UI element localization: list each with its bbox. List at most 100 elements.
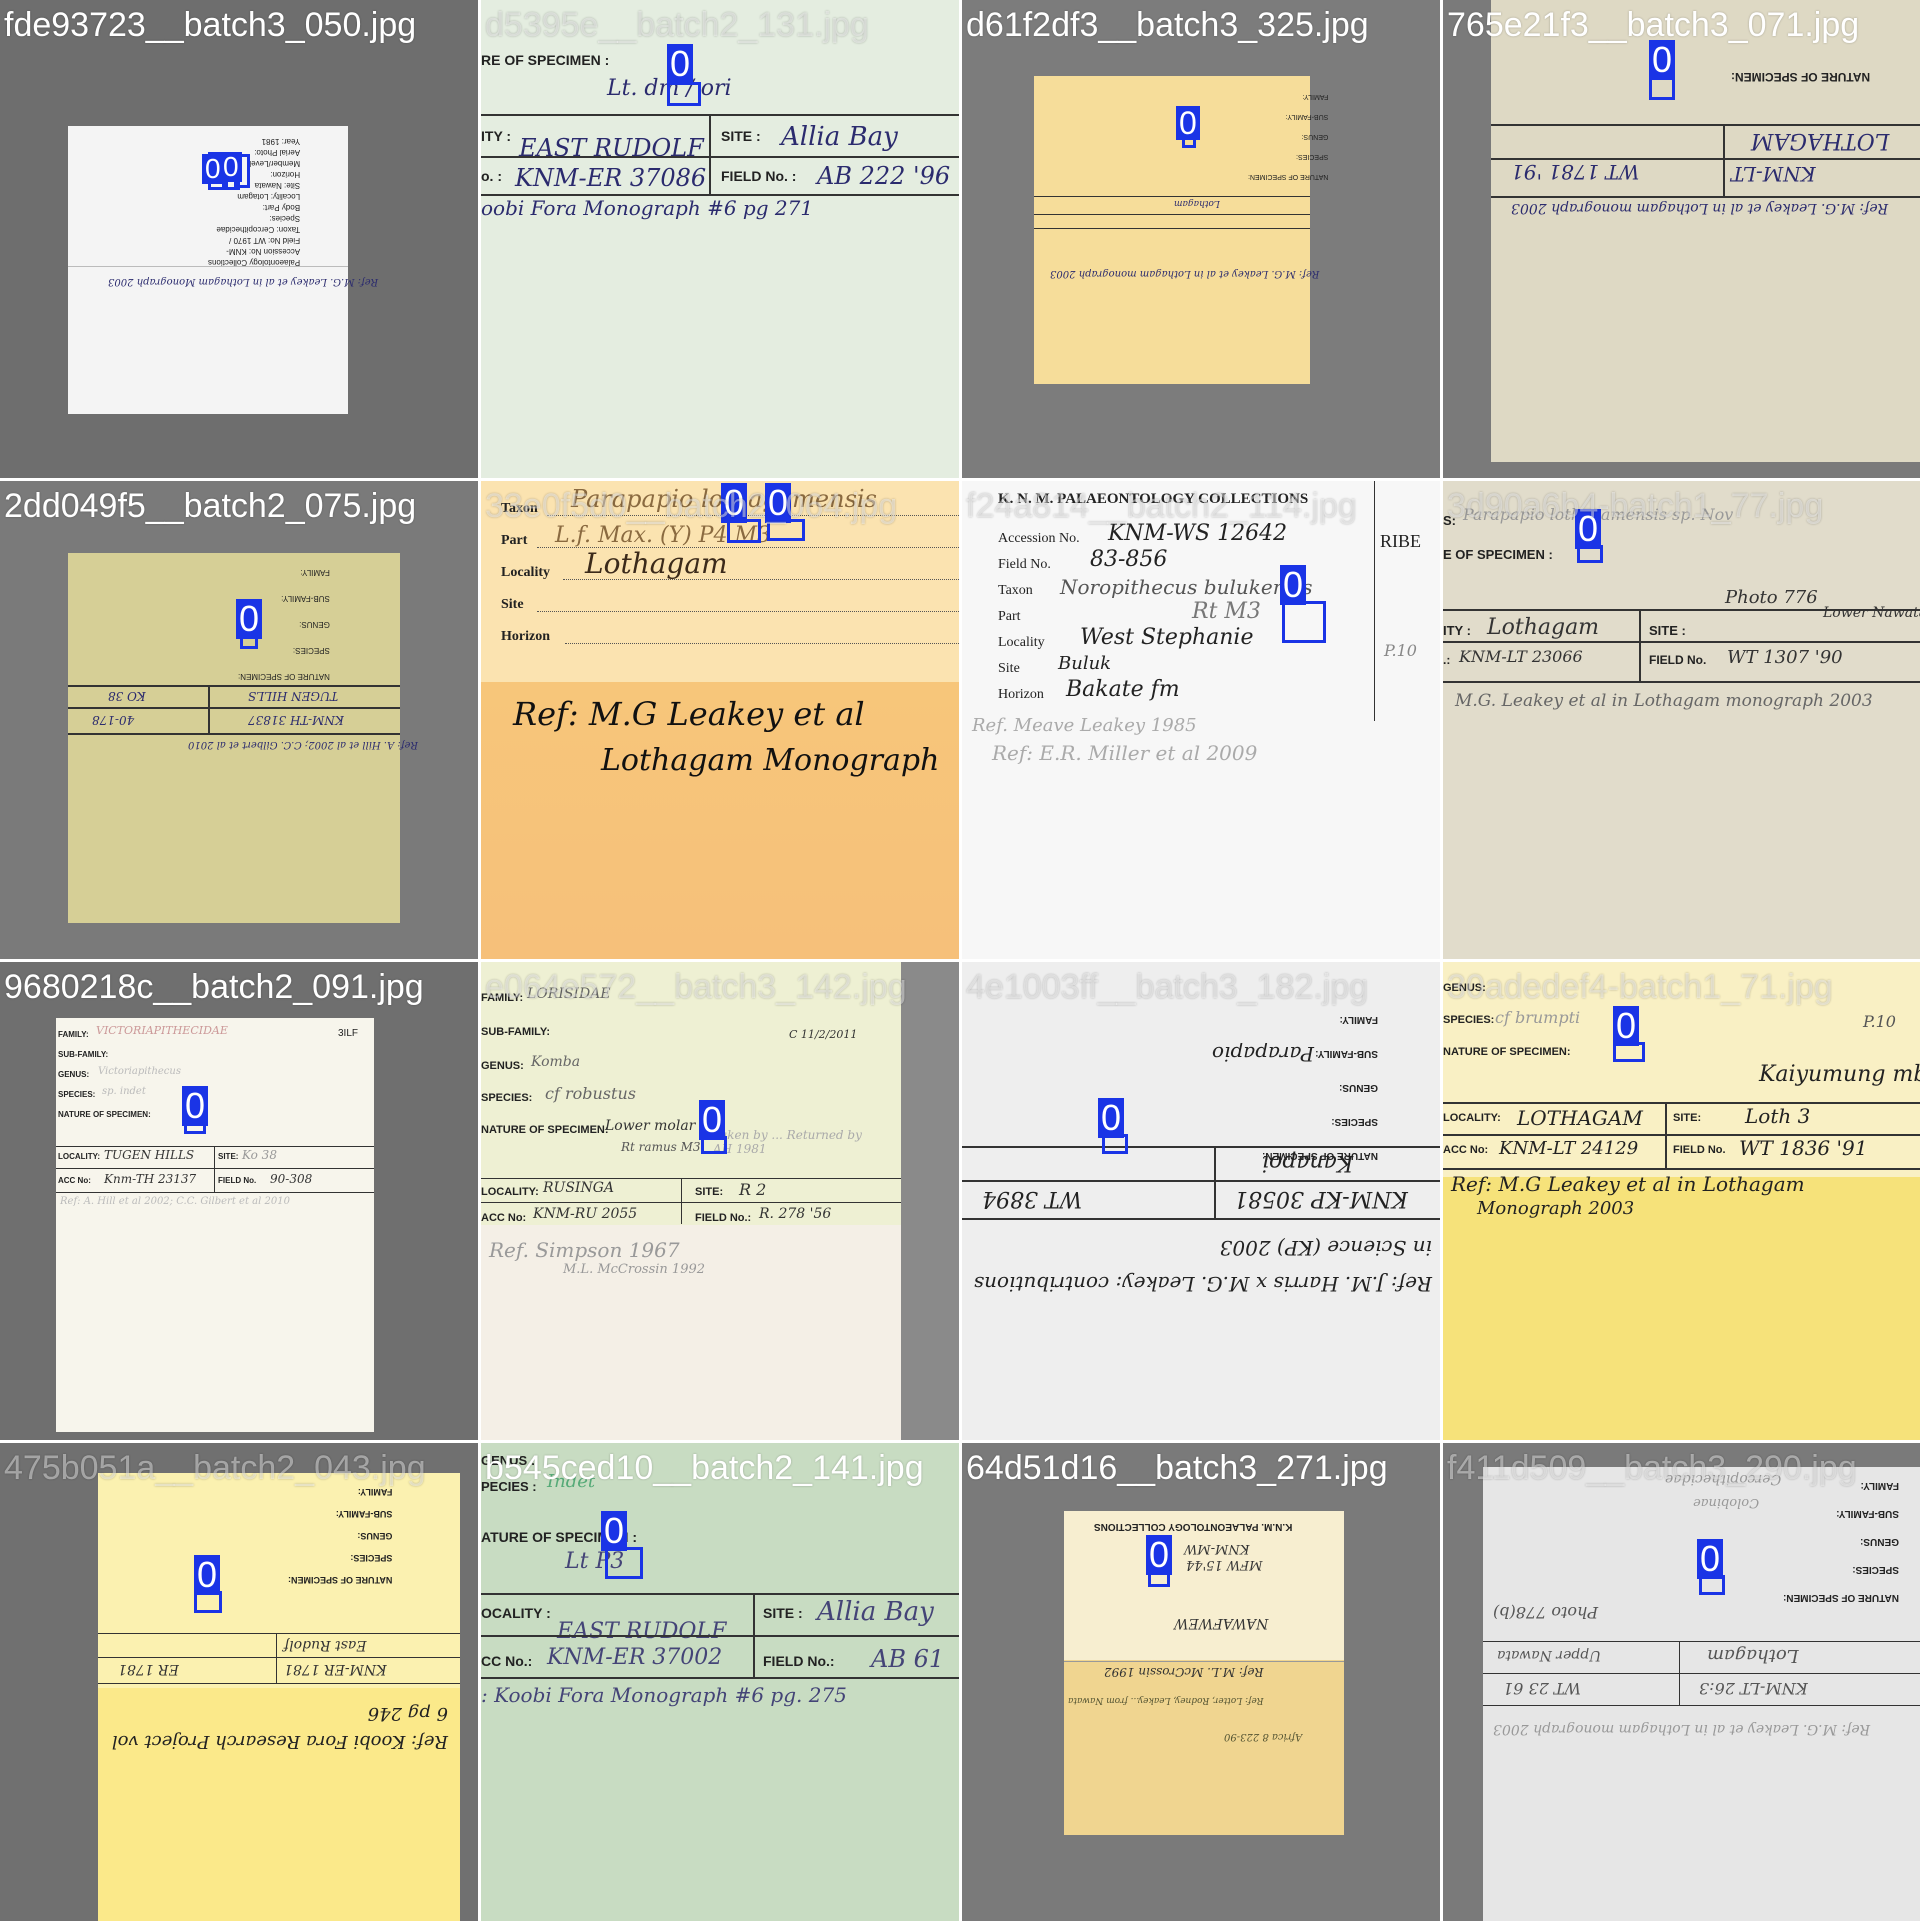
detection-label: 0	[667, 44, 694, 84]
divider	[56, 1192, 374, 1193]
detection-label: 0	[1098, 1098, 1125, 1138]
divider	[1214, 1146, 1216, 1218]
value-ref: Ref: Koobi Fora Research Project vol 6 p…	[111, 1703, 448, 1752]
label-acc: ACC No:	[58, 1176, 91, 1185]
label-site: Site	[501, 597, 524, 612]
label-field: FIELD No. :	[721, 168, 797, 184]
label-horizon: Horizon	[501, 629, 550, 644]
value-site: R 2	[739, 1180, 767, 1199]
label-field: FIELD No.	[1649, 653, 1707, 667]
tile-filename: 30adedef4-batch1_71.jpg	[1447, 968, 1833, 1006]
specimen-card: NATURE OF SPECIMEN: SPECIES: GENUS: SUB-FAM…	[1483, 1467, 1920, 1921]
divider	[1443, 1168, 1920, 1170]
detection-label: 0	[1280, 565, 1307, 605]
divider	[68, 685, 400, 687]
value-field: ER 1781	[118, 1661, 179, 1677]
label-field: FIELD No.	[218, 1176, 257, 1185]
value-ref: Ref: A. Hill et al 2002; C.C. Gilbert et…	[188, 739, 418, 750]
value-field: MFW 15'44	[1186, 1557, 1263, 1572]
tile-filename: 4e1003ff__batch3_182.jpg	[966, 968, 1369, 1006]
value-acc: KNM-ER 37086	[515, 164, 707, 192]
divider	[98, 1657, 460, 1658]
value-ref: Ref: M.G. Leakey et al in Lothagam monog…	[1511, 200, 1889, 216]
value-site-note: Kaiyumung mbr.	[1759, 1062, 1920, 1087]
detection-label: 0	[601, 1511, 628, 1551]
divider	[214, 1146, 215, 1192]
value-field: AB 222 '96	[817, 162, 951, 190]
value-photo: Photo 778(b)	[1493, 1603, 1599, 1622]
value-field: WT 1781 '91	[1511, 160, 1640, 184]
tile-12: NATURE OF SPECIMEN: SPECIES: GENUS: SUB-FAM…	[0, 1443, 478, 1921]
label-locality: LOCALITY:	[1443, 1112, 1501, 1124]
label-acc: o. :	[481, 168, 502, 184]
value-species: sp. indet	[102, 1086, 146, 1097]
divider	[1034, 196, 1310, 197]
tile-filename: 3d90a6b4-batch1_77.jpg	[1447, 487, 1824, 525]
divider	[68, 707, 400, 709]
value-side: P.10	[1384, 641, 1417, 660]
divider	[481, 1635, 959, 1637]
divider	[1483, 1673, 1920, 1674]
card-header: K.N.M. PALAEONTOLOGY COLLECTIONS	[1094, 1521, 1293, 1532]
label-horizon: Horizon	[998, 687, 1044, 702]
card-tag: RIBE	[1380, 531, 1422, 551]
label-site: SITE:	[695, 1186, 724, 1198]
value-species: cf brumpti	[1495, 1008, 1581, 1027]
divider	[481, 1202, 901, 1203]
value-horizon: Bakate fm	[1066, 677, 1180, 702]
label-nature: NATURE OF SPECIMEN:	[1443, 1046, 1571, 1058]
label-site: Site	[998, 661, 1020, 676]
divider	[98, 1633, 460, 1634]
divider	[481, 1677, 959, 1679]
tile-15: NATURE OF SPECIMEN: SPECIES: GENUS: SUB-FAM…	[1443, 1443, 1920, 1921]
tile-2: NATURE OF SPECIMEN: SPECIES: GENUS: SUB-FAM…	[962, 0, 1440, 478]
value-locality: West Stephanie	[1080, 625, 1254, 650]
value-date: C 11/2/2011	[789, 1028, 858, 1041]
value-ref2: M.L. McCrossin 1992	[563, 1262, 706, 1277]
value-locality: Lothagam	[1707, 1645, 1799, 1666]
divider	[1374, 481, 1375, 721]
value-locality: Lothagam	[1487, 615, 1600, 640]
value-ref: Ref: M.L. McCrossin 1992	[1104, 1665, 1264, 1679]
divider	[98, 1683, 460, 1684]
label-part: Part	[998, 609, 1021, 624]
detection-label: 0	[236, 599, 263, 639]
divider	[962, 1218, 1440, 1220]
label-species: SPECIES:	[58, 1090, 96, 1099]
value-ref3: Africa 8 223-90	[1224, 1731, 1303, 1742]
label-field: FIELD No.	[1673, 1144, 1726, 1156]
value-locality: TUGEN HILLS	[104, 1148, 195, 1162]
detection-label: 0	[1649, 40, 1676, 80]
divider	[1491, 124, 1920, 126]
tile-0: Palaeontology Collections Accession No: K…	[0, 0, 478, 478]
label-locality: LOCALITY:	[481, 1186, 539, 1198]
dotted-line	[537, 611, 959, 612]
detection-box	[667, 82, 701, 106]
tile-filename: 64d51d16__batch3_271.jpg	[966, 1449, 1388, 1487]
value-ref2: Monograph 2003	[1477, 1198, 1635, 1219]
value-field: WT 1307 '90	[1727, 647, 1843, 668]
value-subfamily: Colobinae	[1693, 1495, 1760, 1510]
value-nature2: Rt ramus M3	[621, 1140, 701, 1154]
value-part: Rt M3	[1192, 599, 1261, 624]
value-acc: KNM-RU 2055	[533, 1206, 638, 1222]
value-field: WT 1836 '91	[1739, 1136, 1868, 1160]
value-genus: Parapapio	[1212, 1042, 1314, 1066]
tile-filename: 475b051a__batch2_043.jpg	[4, 1449, 426, 1487]
specimen-card: FAMILY: VICTORIAPITHECIDAE 3ILF SUB-FAMI…	[56, 1018, 374, 1432]
tile-filename: fde93723__batch3_050.jpg	[4, 6, 417, 44]
detection-label: 0	[1176, 106, 1200, 140]
divider	[68, 733, 400, 735]
label-subfamily: SUB-FAMILY:	[58, 1050, 109, 1059]
value-field: AB 61	[871, 1645, 945, 1673]
value-site: Allia Bay	[817, 1597, 934, 1627]
specimen-card: NATURE OF SPECIMEN: SPECIES: GENUS: SUB-FAM…	[98, 1473, 460, 1921]
value-locality: Kanapoi	[1262, 1150, 1354, 1175]
value-site: Buluk	[1058, 653, 1112, 674]
divider	[1443, 681, 1920, 683]
label-field: FIELD No.:	[763, 1653, 835, 1669]
value-acc: KNM-KP 30581	[1234, 1186, 1408, 1211]
tile-4: NATURE OF SPECIMEN: SPECIES: GENUS: SUB-FAM…	[0, 481, 478, 959]
divider	[481, 1178, 901, 1179]
value-genus: Komba	[531, 1054, 581, 1070]
